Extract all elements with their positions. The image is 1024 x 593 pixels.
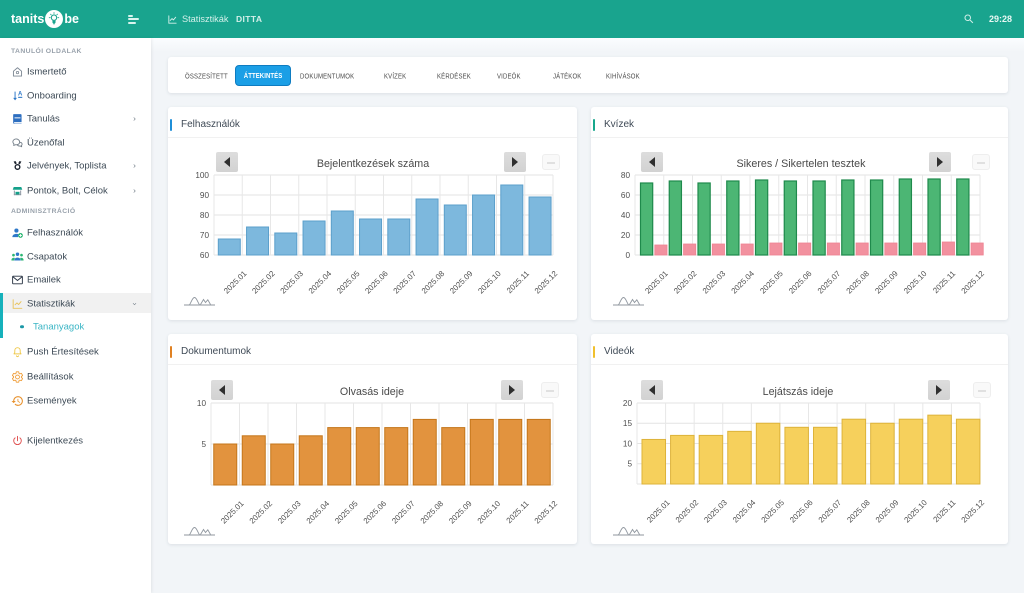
svg-text:2025.06: 2025.06: [788, 498, 815, 525]
svg-text:2025.01: 2025.01: [219, 499, 246, 526]
svg-text:2025.07: 2025.07: [817, 498, 844, 525]
svg-text:2025.11: 2025.11: [931, 269, 957, 295]
svg-text:2025.11: 2025.11: [931, 498, 957, 524]
svg-text:2025.03: 2025.03: [278, 269, 305, 296]
svg-text:90: 90: [200, 191, 210, 200]
svg-text:2025.12: 2025.12: [533, 499, 560, 526]
svg-text:2025.08: 2025.08: [420, 269, 447, 296]
svg-text:2025.05: 2025.05: [335, 269, 362, 296]
svg-text:20: 20: [623, 399, 633, 408]
svg-text:2025.07: 2025.07: [390, 499, 417, 526]
svg-text:15: 15: [623, 419, 633, 428]
svg-text:2025.04: 2025.04: [305, 499, 332, 526]
svg-text:2025.06: 2025.06: [787, 269, 814, 296]
svg-text:5: 5: [627, 460, 632, 469]
svg-text:0: 0: [625, 251, 630, 260]
svg-text:2025.07: 2025.07: [391, 269, 418, 296]
svg-text:40: 40: [621, 211, 631, 220]
svg-text:2025.11: 2025.11: [505, 499, 531, 525]
svg-text:2025.05: 2025.05: [333, 499, 360, 526]
svg-text:2025.12: 2025.12: [960, 498, 987, 525]
svg-text:2025.01: 2025.01: [645, 498, 672, 525]
svg-text:2025.03: 2025.03: [701, 269, 728, 296]
svg-text:5: 5: [201, 440, 206, 449]
svg-text:2025.06: 2025.06: [362, 499, 389, 526]
svg-text:2025.02: 2025.02: [674, 498, 701, 525]
svg-text:2025.11: 2025.11: [505, 269, 531, 295]
svg-text:10: 10: [623, 439, 633, 448]
svg-text:2025.03: 2025.03: [702, 498, 729, 525]
svg-text:2025.04: 2025.04: [731, 498, 758, 525]
svg-text:2025.03: 2025.03: [276, 499, 303, 526]
svg-text:100: 100: [195, 171, 209, 180]
svg-text:2025.12: 2025.12: [533, 269, 560, 296]
svg-text:60: 60: [621, 191, 631, 200]
svg-text:2025.10: 2025.10: [902, 498, 929, 525]
svg-text:2025.10: 2025.10: [476, 269, 503, 296]
svg-text:2025.09: 2025.09: [447, 499, 474, 526]
svg-text:2025.08: 2025.08: [419, 499, 446, 526]
svg-text:2025.07: 2025.07: [816, 269, 843, 296]
svg-text:2025.08: 2025.08: [844, 269, 871, 296]
svg-text:2025.05: 2025.05: [759, 498, 786, 525]
svg-text:10: 10: [197, 399, 207, 408]
svg-text:2025.01: 2025.01: [222, 269, 249, 296]
svg-text:2025.06: 2025.06: [363, 269, 390, 296]
svg-text:80: 80: [621, 171, 631, 180]
svg-text:2025.10: 2025.10: [476, 499, 503, 526]
svg-text:80: 80: [200, 211, 210, 220]
svg-text:2025.10: 2025.10: [902, 269, 929, 296]
svg-text:2025.09: 2025.09: [448, 269, 475, 296]
svg-text:2025.01: 2025.01: [643, 269, 670, 296]
svg-text:2025.12: 2025.12: [959, 269, 986, 296]
svg-text:2025.02: 2025.02: [672, 269, 699, 296]
svg-text:70: 70: [200, 231, 210, 240]
svg-text:2025.04: 2025.04: [307, 269, 334, 296]
svg-text:60: 60: [200, 251, 210, 260]
svg-text:20: 20: [621, 231, 631, 240]
svg-text:2025.09: 2025.09: [874, 498, 901, 525]
svg-text:2025.02: 2025.02: [250, 269, 277, 296]
svg-text:2025.05: 2025.05: [758, 269, 785, 296]
svg-text:2025.09: 2025.09: [873, 269, 900, 296]
svg-text:2025.08: 2025.08: [845, 498, 872, 525]
svg-text:2025.02: 2025.02: [248, 499, 275, 526]
svg-text:2025.04: 2025.04: [729, 269, 756, 296]
